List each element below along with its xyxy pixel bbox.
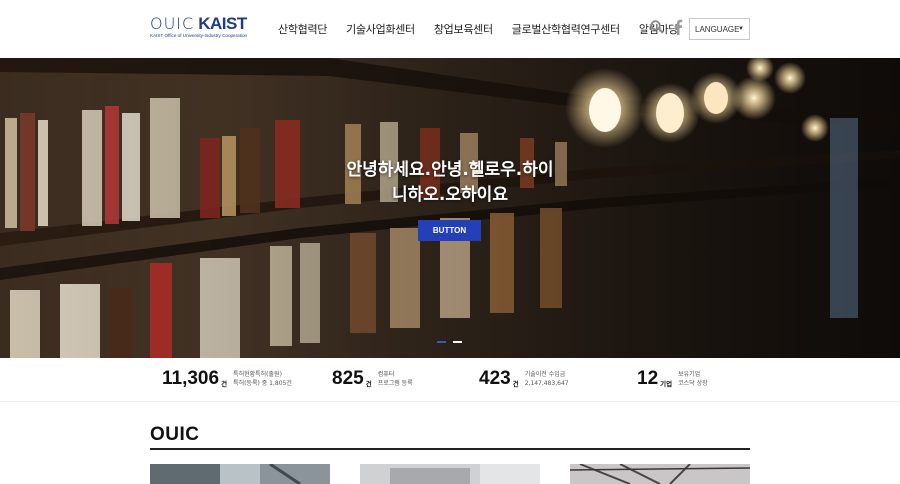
section-divider — [150, 448, 750, 450]
thumbnail-card-3[interactable] — [570, 464, 750, 484]
hero-banner: 안녕하세요.안녕.헬로우.하이 니하오.오하이요 BUTTON — [0, 58, 900, 358]
stat-patents: 11,306 건 특허현황특허(출원) 특허(등록) 중 1,805건 — [162, 368, 292, 390]
logo-subtitle: KAIST Office of University-Industry Coop… — [150, 33, 248, 38]
nav-item-tech-commercialization[interactable]: 기술사업화센터 — [346, 21, 415, 37]
stat-number: 11,306 — [162, 368, 220, 389]
stat-unit: 건 — [512, 379, 519, 388]
slide-indicator-2[interactable] — [453, 341, 462, 343]
nav-item-startup-incubation[interactable]: 창업보육센터 — [434, 21, 493, 37]
stat-number: 12 — [637, 368, 659, 389]
thumbnail-card-2[interactable] — [360, 464, 540, 484]
stat-number: 825 — [332, 368, 364, 389]
logo-wordmark: OUIC KAIST — [150, 14, 247, 33]
nav-item-global-research[interactable]: 글로벌산학협력연구센터 — [512, 21, 620, 37]
facebook-icon[interactable] — [673, 19, 683, 35]
stats-bar: 11,306 건 특허현황특허(출원) 특허(등록) 중 1,805건 825 건… — [0, 358, 900, 402]
thumbnail-image — [360, 464, 540, 484]
thumbnail-card-1[interactable] — [150, 464, 330, 484]
search-icon[interactable] — [650, 20, 664, 34]
language-select[interactable]: LANGUAGE ▼ — [689, 18, 750, 40]
hero-button[interactable]: BUTTON — [418, 220, 481, 241]
stat-number: 423 — [479, 368, 511, 389]
thumbnail-image — [570, 464, 750, 484]
stat-unit: 건 — [365, 379, 372, 388]
kaist-ouic-logo[interactable]: OUIC KAIST KAIST Office of University-In… — [150, 14, 250, 42]
language-label: LANGUAGE — [695, 25, 740, 34]
dropdown-arrow-icon: ▼ — [738, 26, 744, 32]
logo-kaist-text: KAIST — [198, 14, 247, 33]
stat-description: 컴퓨터 프로그램 등록 — [377, 371, 413, 387]
slide-indicator-1[interactable] — [437, 341, 446, 343]
stat-description: 특허현황특허(출원) 특허(등록) 중 1,805건 — [233, 371, 292, 387]
site-header: OUIC KAIST KAIST Office of University-In… — [0, 0, 900, 58]
stat-programs: 825 건 컴퓨터 프로그램 등록 — [332, 368, 413, 390]
hero-title: 안녕하세요.안녕.헬로우.하이 니하오.오하이요 — [300, 158, 600, 208]
library-bookshelf-image — [0, 58, 900, 358]
logo-ouic-text: OUIC — [150, 14, 195, 33]
nav-item-industry-cooperation[interactable]: 산학협력단 — [278, 21, 327, 37]
stat-description: 보유기업 코스닥 상장 — [678, 371, 708, 387]
stat-unit: 건 — [221, 379, 228, 388]
thumbnail-image — [150, 464, 330, 484]
stat-companies: 12 기업 보유기업 코스닥 상장 — [637, 368, 708, 390]
section-title: OUIC — [150, 424, 200, 445]
stat-description: 기술이전 수입금 2,147,483,647 — [524, 371, 569, 387]
hero-title-line2: 니하오.오하이요 — [392, 185, 508, 205]
hero-title-line1: 안녕하세요.안녕.헬로우.하이 — [346, 160, 554, 180]
stat-unit: 기업 — [660, 379, 673, 388]
main-nav: 산학협력단 기술사업화센터 창업보육센터 글로벌산학협력연구센터 알림마당 — [278, 21, 697, 37]
stat-tech-transfer: 423 건 기술이전 수입금 2,147,483,647 — [479, 368, 569, 390]
